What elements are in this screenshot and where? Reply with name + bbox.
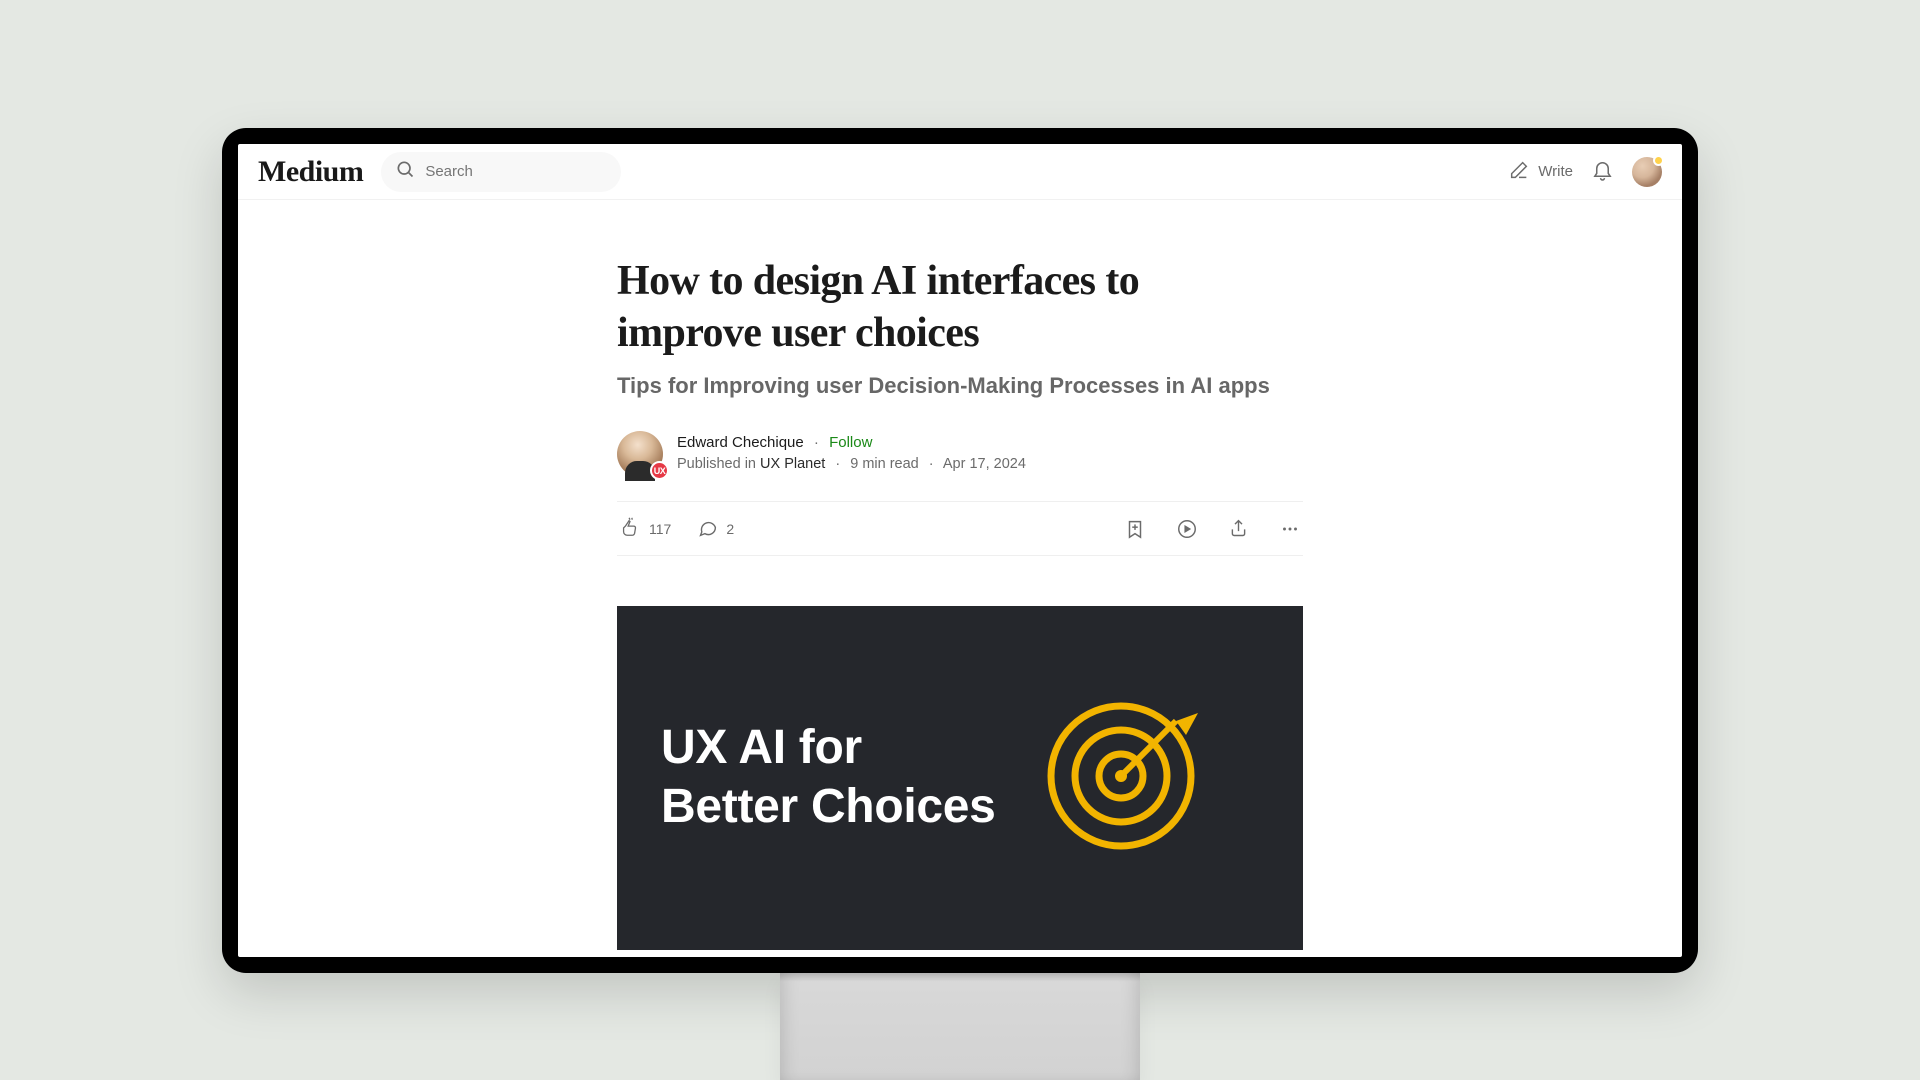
separator-dot: · [929,456,934,472]
author-avatar[interactable]: UX [617,431,663,477]
comment-icon [697,517,718,541]
search-box[interactable] [381,152,621,192]
bookmark-button[interactable] [1124,518,1146,540]
share-icon [1228,518,1249,539]
clap-count: 117 [649,521,671,537]
site-logo[interactable]: Medium [258,155,363,189]
top-nav: Medium [238,144,1682,200]
author-meta: Edward Chechique · Follow Published in U… [677,432,1026,476]
author-row: UX Edward Chechique · Follow Published i… [617,431,1303,477]
notifications-button[interactable] [1591,158,1614,186]
share-button[interactable] [1228,518,1249,539]
comment-count: 2 [726,521,734,537]
publish-date: Apr 17, 2024 [943,456,1026,472]
hero-image: UX AI for Better Choices [617,606,1303,950]
play-circle-icon [1176,518,1198,540]
separator-dot: · [835,456,840,472]
screen: Medium [238,144,1682,957]
target-icon [1036,691,1206,866]
read-time: 9 min read [850,456,919,472]
write-button[interactable]: Write [1508,159,1573,185]
more-icon [1279,518,1301,540]
monitor-bezel: Medium [222,128,1698,973]
hero-line-2: Better Choices [661,778,996,837]
listen-button[interactable] [1176,518,1198,540]
clap-icon [619,516,641,541]
bookmark-icon [1124,518,1146,540]
article-title: How to design AI interfaces to improve u… [617,256,1237,359]
article-container: How to design AI interfaces to improve u… [238,200,1682,957]
bell-icon [1591,158,1614,186]
hero-text: UX AI for Better Choices [661,719,996,836]
profile-menu[interactable] [1632,157,1662,187]
published-in-label: Published in [677,456,756,472]
notification-dot-icon [1653,155,1664,166]
engagement-bar: 117 2 [617,501,1303,556]
hero-line-1: UX AI for [661,719,996,778]
write-icon [1508,159,1530,185]
separator-dot: · [814,434,819,451]
monitor-stand [780,973,1140,1080]
search-icon [395,159,415,184]
publication-badge: UX [650,461,669,480]
author-name[interactable]: Edward Chechique [677,434,804,451]
more-button[interactable] [1279,518,1301,540]
follow-button[interactable]: Follow [829,434,872,451]
clap-button[interactable]: 117 [619,516,671,541]
search-input[interactable] [425,163,607,180]
article: How to design AI interfaces to improve u… [617,256,1303,957]
publication-link[interactable]: UX Planet [760,456,825,472]
write-label: Write [1538,163,1573,180]
monitor-mockup: Medium [222,0,1698,1080]
article-subtitle: Tips for Improving user Decision-Making … [617,371,1303,401]
comment-button[interactable]: 2 [697,517,734,541]
